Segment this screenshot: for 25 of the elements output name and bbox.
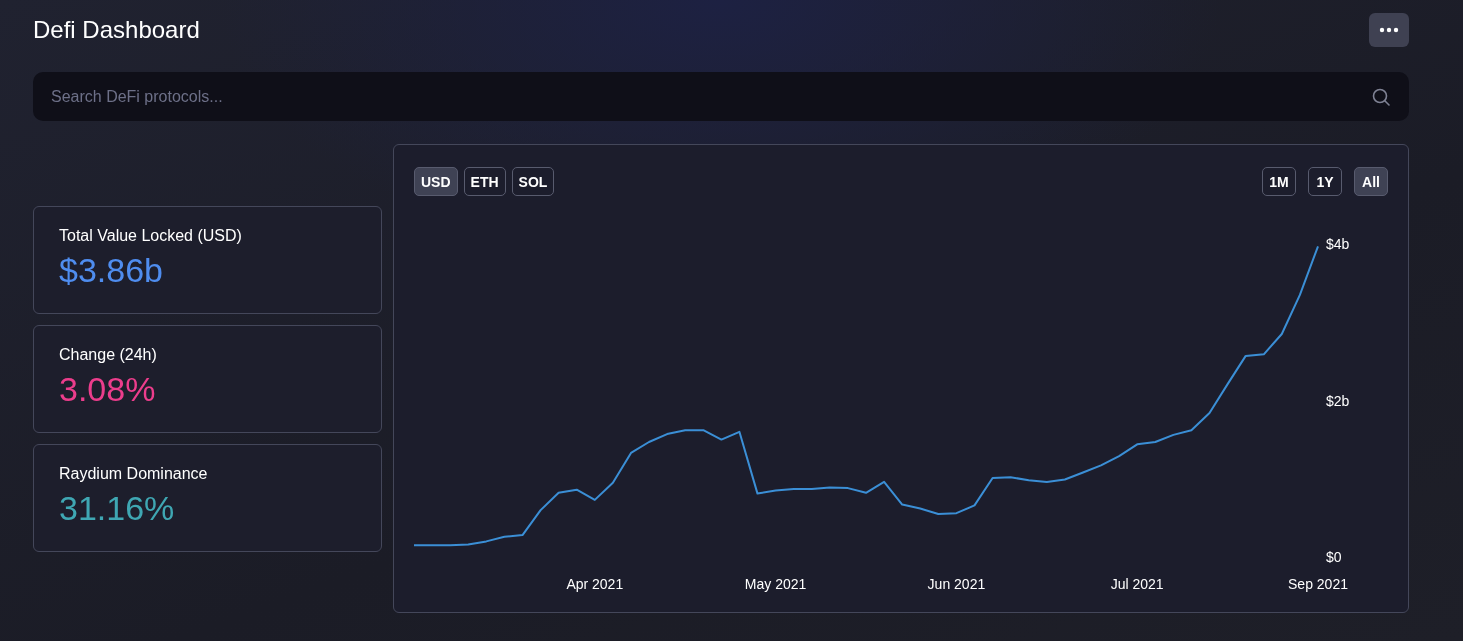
x-axis-label: Jun 2021 — [927, 576, 986, 592]
stat-label: Raydium Dominance — [59, 465, 209, 483]
x-axis-label: Apr 2021 — [566, 576, 624, 592]
search-field[interactable]: Search DeFi protocols... — [33, 72, 1409, 121]
x-axis-label: Jul 2021 — [1110, 576, 1164, 592]
search-icon — [1372, 88, 1390, 106]
more-icon — [1379, 27, 1399, 33]
stat-value: 3.08% — [59, 370, 157, 409]
range-tab[interactable]: 1Y — [1308, 167, 1342, 196]
x-axis-label: Sep 2021 — [1288, 576, 1348, 592]
currency-tab[interactable]: ETH — [463, 167, 506, 196]
stat-value: $3.86b — [59, 251, 164, 290]
stat-label: Change (24h) — [59, 346, 158, 364]
dashboard-title: Defi Dashboard — [33, 16, 200, 44]
range-tab[interactable]: 1M — [1262, 167, 1296, 196]
x-axis-label: May 2021 — [744, 576, 807, 592]
y-axis-label: $4b — [1326, 236, 1350, 252]
range-tab[interactable]: All — [1354, 167, 1388, 196]
currency-tab[interactable]: USD — [414, 167, 458, 196]
y-axis-label: $2b — [1326, 392, 1350, 409]
more-button[interactable] — [1369, 13, 1409, 47]
currency-tab[interactable]: SOL — [511, 167, 555, 196]
stat-value: 31.16% — [59, 489, 176, 528]
stat-label: Total Value Locked (USD) — [59, 227, 243, 245]
y-axis-label: $0 — [1326, 549, 1342, 565]
